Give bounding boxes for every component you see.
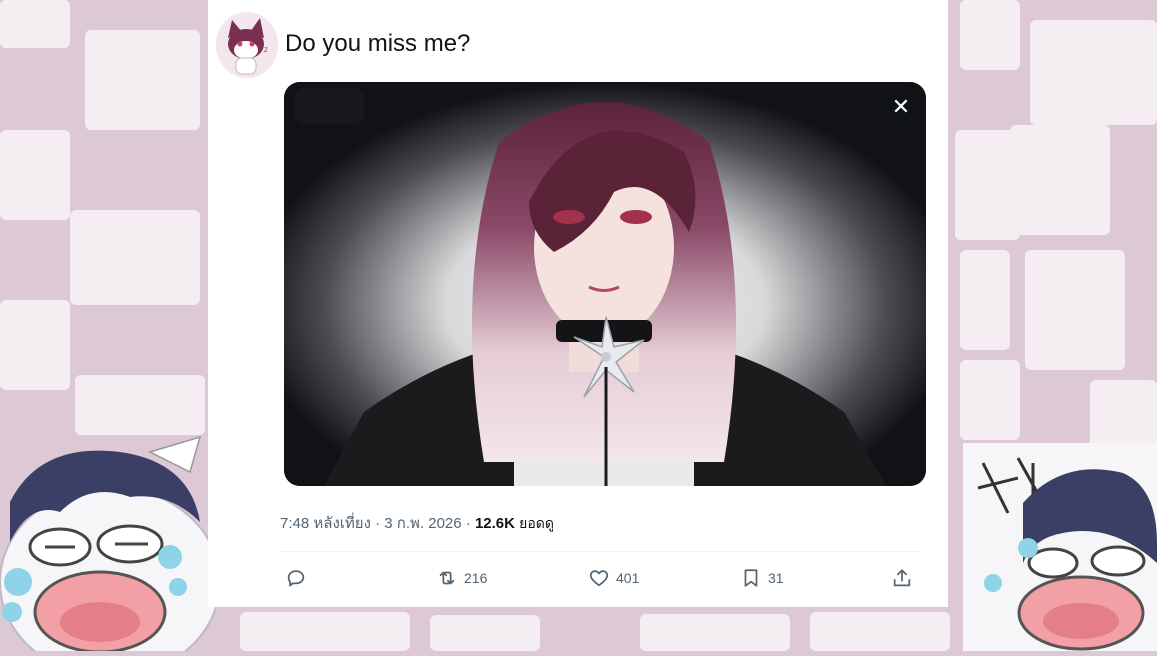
crying-chibi-sticker-right xyxy=(963,443,1157,651)
share-button[interactable] xyxy=(891,566,913,590)
tweet-card: Z Do you miss me? ✕ 7:48 หลังเที่ยง · 3 … xyxy=(208,0,948,607)
meta-separator: · xyxy=(375,515,381,532)
view-label: ยอดดู xyxy=(519,515,554,531)
meta-separator-2: · xyxy=(465,515,471,532)
share-icon xyxy=(893,569,911,587)
bookmark-icon xyxy=(744,569,758,587)
retweet-icon xyxy=(439,571,455,585)
avatar[interactable]: Z xyxy=(216,12,278,78)
view-count: 12.6K xyxy=(474,515,515,532)
divider xyxy=(280,551,920,552)
tweet-text: Do you miss me? xyxy=(285,30,471,57)
tweet-metadata: 7:48 หลังเที่ยง · 3 ก.พ. 2026 · 12.6K ยอ… xyxy=(280,511,554,535)
svg-text:Z: Z xyxy=(264,48,268,54)
reply-icon xyxy=(287,570,305,587)
like-count: 401 xyxy=(616,570,640,586)
bookmark-button[interactable]: 31 xyxy=(740,566,784,590)
retweet-button[interactable]: 216 xyxy=(436,566,487,590)
tweet-media-image[interactable]: ✕ xyxy=(284,82,926,486)
bookmark-count: 31 xyxy=(768,570,784,586)
crying-chibi-sticker-left xyxy=(0,432,236,656)
tweet-time[interactable]: 7:48 หลังเที่ยง xyxy=(280,515,371,532)
tweet-date[interactable]: 3 ก.พ. 2026 xyxy=(384,515,461,532)
reply-button[interactable] xyxy=(285,566,313,590)
retweet-count: 216 xyxy=(464,570,488,586)
heart-icon xyxy=(589,570,609,587)
close-media-button[interactable]: ✕ xyxy=(882,88,920,126)
media-alt-badge xyxy=(294,88,364,124)
like-button[interactable]: 401 xyxy=(588,566,639,590)
